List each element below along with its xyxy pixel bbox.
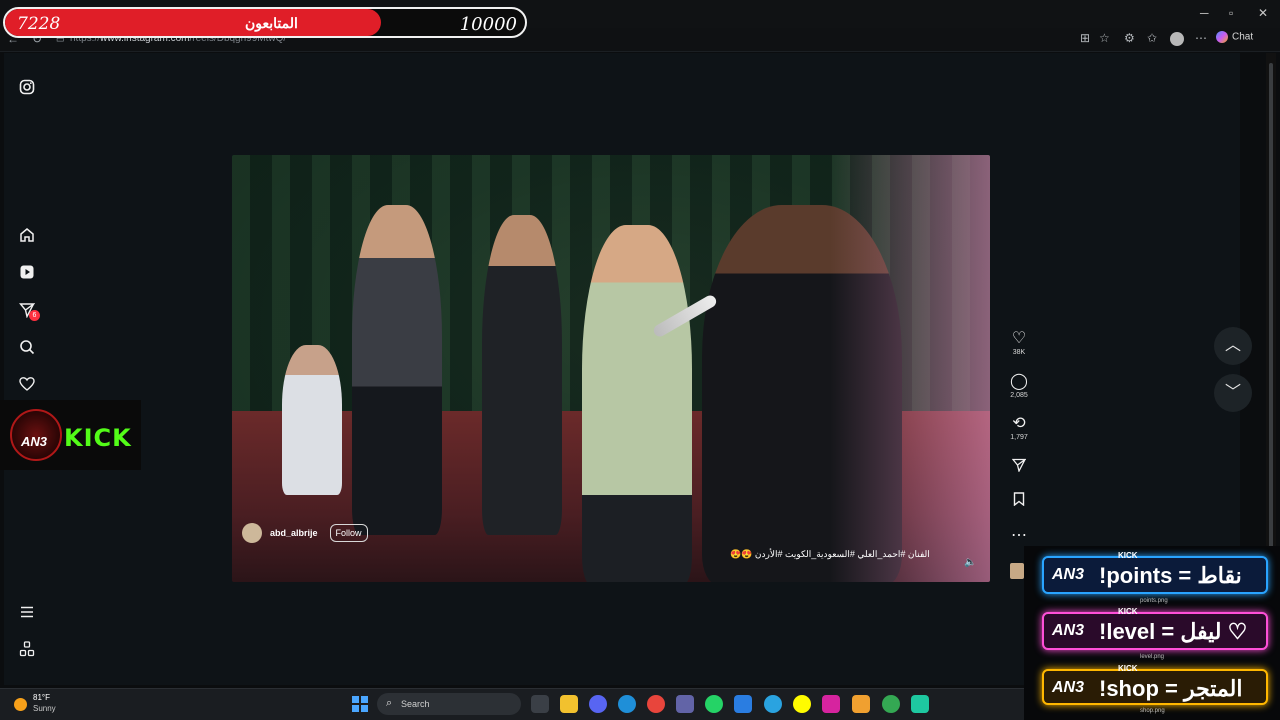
snapchat-icon[interactable] [793,695,811,713]
profile-avatar[interactable] [1170,32,1184,46]
like-heart-icon[interactable]: ♡ [1008,330,1030,348]
level-command-text: !level = ليفل ♡ [1099,619,1248,644]
an3-logo-text: AN3 [21,434,48,449]
screen: ─ ▫ ✕ ← ↻ ▭ https://www.instagram.com/re… [0,0,1280,720]
volume-icon[interactable]: 🔈 [964,557,976,568]
more-icon[interactable]: ⋯ [1008,527,1030,545]
instagram-app-icon[interactable] [822,695,840,713]
kick-tag: KICK [1118,551,1138,560]
comment-count: 2,085 [1010,392,1028,399]
chrome-icon[interactable] [647,695,665,713]
level-file-label: level.png [1140,654,1165,660]
share-action[interactable] [1008,458,1030,477]
video-person [582,225,692,582]
points-command-text: !points = نقاط [1099,563,1242,588]
more-options-icon[interactable]: ⋯ [1195,31,1207,45]
more-action[interactable]: ⋯ [1008,527,1030,545]
kick-tag: KICK [1118,607,1138,616]
telegram-icon[interactable] [764,695,782,713]
split-screen-icon[interactable]: ⊞ [1080,31,1090,45]
follower-label: المتابعون [245,15,298,31]
share-icon[interactable] [1008,458,1030,477]
menu-icon[interactable] [18,604,36,622]
discord-icon[interactable] [589,695,607,713]
an3-tag: AN3 [1052,622,1085,639]
points-file-label: points.png [1140,598,1168,604]
comment-icon[interactable]: ◯ [1008,373,1030,391]
video-person [482,215,562,535]
repost-count: 1,797 [1010,434,1028,441]
owner-avatar[interactable] [242,523,262,543]
video-light-glow [830,155,990,582]
start-button[interactable] [352,696,368,712]
close-icon[interactable]: ✕ [1258,6,1268,20]
follower-goal-overlay: 7228 المتابعون 10000 [3,7,527,38]
app-icon[interactable] [911,695,929,713]
repost-icon[interactable]: ⟲ [1008,415,1030,433]
edge-icon[interactable] [618,695,636,713]
follower-progress-fill [5,9,381,36]
weather-temp: 81°F [33,693,50,702]
comment-action[interactable]: ◯ 2,085 [1008,373,1030,399]
reels-icon[interactable] [18,264,36,282]
audio-thumbnail[interactable] [1010,563,1024,579]
reel-caption[interactable]: الفنان #احمد_العلي #السعودية_الكويت #الأ… [730,549,930,560]
copilot-chat-button[interactable]: Chat [1216,31,1253,43]
kick-overlay: AN3 KICK [0,400,141,470]
chevron-up-icon: ︿ [1224,337,1241,354]
repost-action[interactable]: ⟲ 1,797 [1008,415,1030,441]
video-person [282,345,342,495]
shop-command-text: !shop = المتجر [1099,676,1243,701]
owner-username[interactable]: abd_albrije [270,528,318,538]
task-view-icon[interactable] [531,695,549,713]
next-reel-button[interactable]: ﹀ [1214,374,1252,412]
points-command-banner: KICK AN3 !points = نقاط points.png [1042,551,1268,604]
minimize-icon[interactable]: ─ [1200,6,1209,20]
kick-wordmark: KICK [64,424,132,452]
weather-condition: Sunny [33,704,56,713]
an3-tag: AN3 [1052,566,1085,583]
chevron-down-icon: ﹀ [1224,384,1241,401]
search-icon[interactable] [18,339,36,357]
save-action[interactable] [1008,492,1030,511]
sun-icon [14,698,27,711]
meta-apps-icon[interactable] [18,641,36,659]
teams-icon[interactable] [676,695,694,713]
previous-reel-button[interactable]: ︿ [1214,327,1252,365]
shield-icon[interactable] [734,695,752,713]
notifications-badge: 6 [29,310,40,321]
like-action[interactable]: ♡ 38K [1008,330,1030,356]
shop-command-banner: KICK AN3 !shop = المتجر shop.png [1042,664,1268,714]
maximize-icon[interactable]: ▫ [1229,6,1233,20]
favorites-icon[interactable]: ✩ [1147,31,1157,45]
favorite-icon[interactable]: ☆ [1099,31,1110,45]
file-explorer-icon[interactable] [560,695,578,713]
shop-file-label: shop.png [1140,708,1165,714]
home-icon[interactable] [18,227,36,245]
extension-icon[interactable]: ⚙ [1124,31,1135,45]
follower-goal: 10000 [459,14,517,35]
like-count: 38K [1012,349,1026,356]
copilot-icon [1216,31,1228,43]
follow-button[interactable]: Follow [329,524,368,542]
instagram-logo-icon[interactable] [18,79,36,97]
heart-icon[interactable] [18,376,36,394]
video-person [352,205,442,535]
an3-tag: AN3 [1052,679,1085,696]
bookmark-icon[interactable] [1008,492,1030,511]
follower-count: 7228 [17,14,61,34]
reel-owner: abd_albrije Follow [242,523,368,543]
whatsapp-icon[interactable] [705,695,723,713]
stack-app-icon[interactable] [852,695,870,713]
search-icon: ⌕ [386,697,393,709]
taskbar-search[interactable]: ⌕ Search [377,693,521,715]
level-command-banner: KICK AN3 !level = ليفل ♡ level.png [1042,607,1268,660]
kick-tag: KICK [1118,664,1138,673]
reel-video[interactable] [232,155,990,582]
chrome-profile-icon[interactable] [882,695,900,713]
taskbar-search-label: Search [401,699,430,709]
